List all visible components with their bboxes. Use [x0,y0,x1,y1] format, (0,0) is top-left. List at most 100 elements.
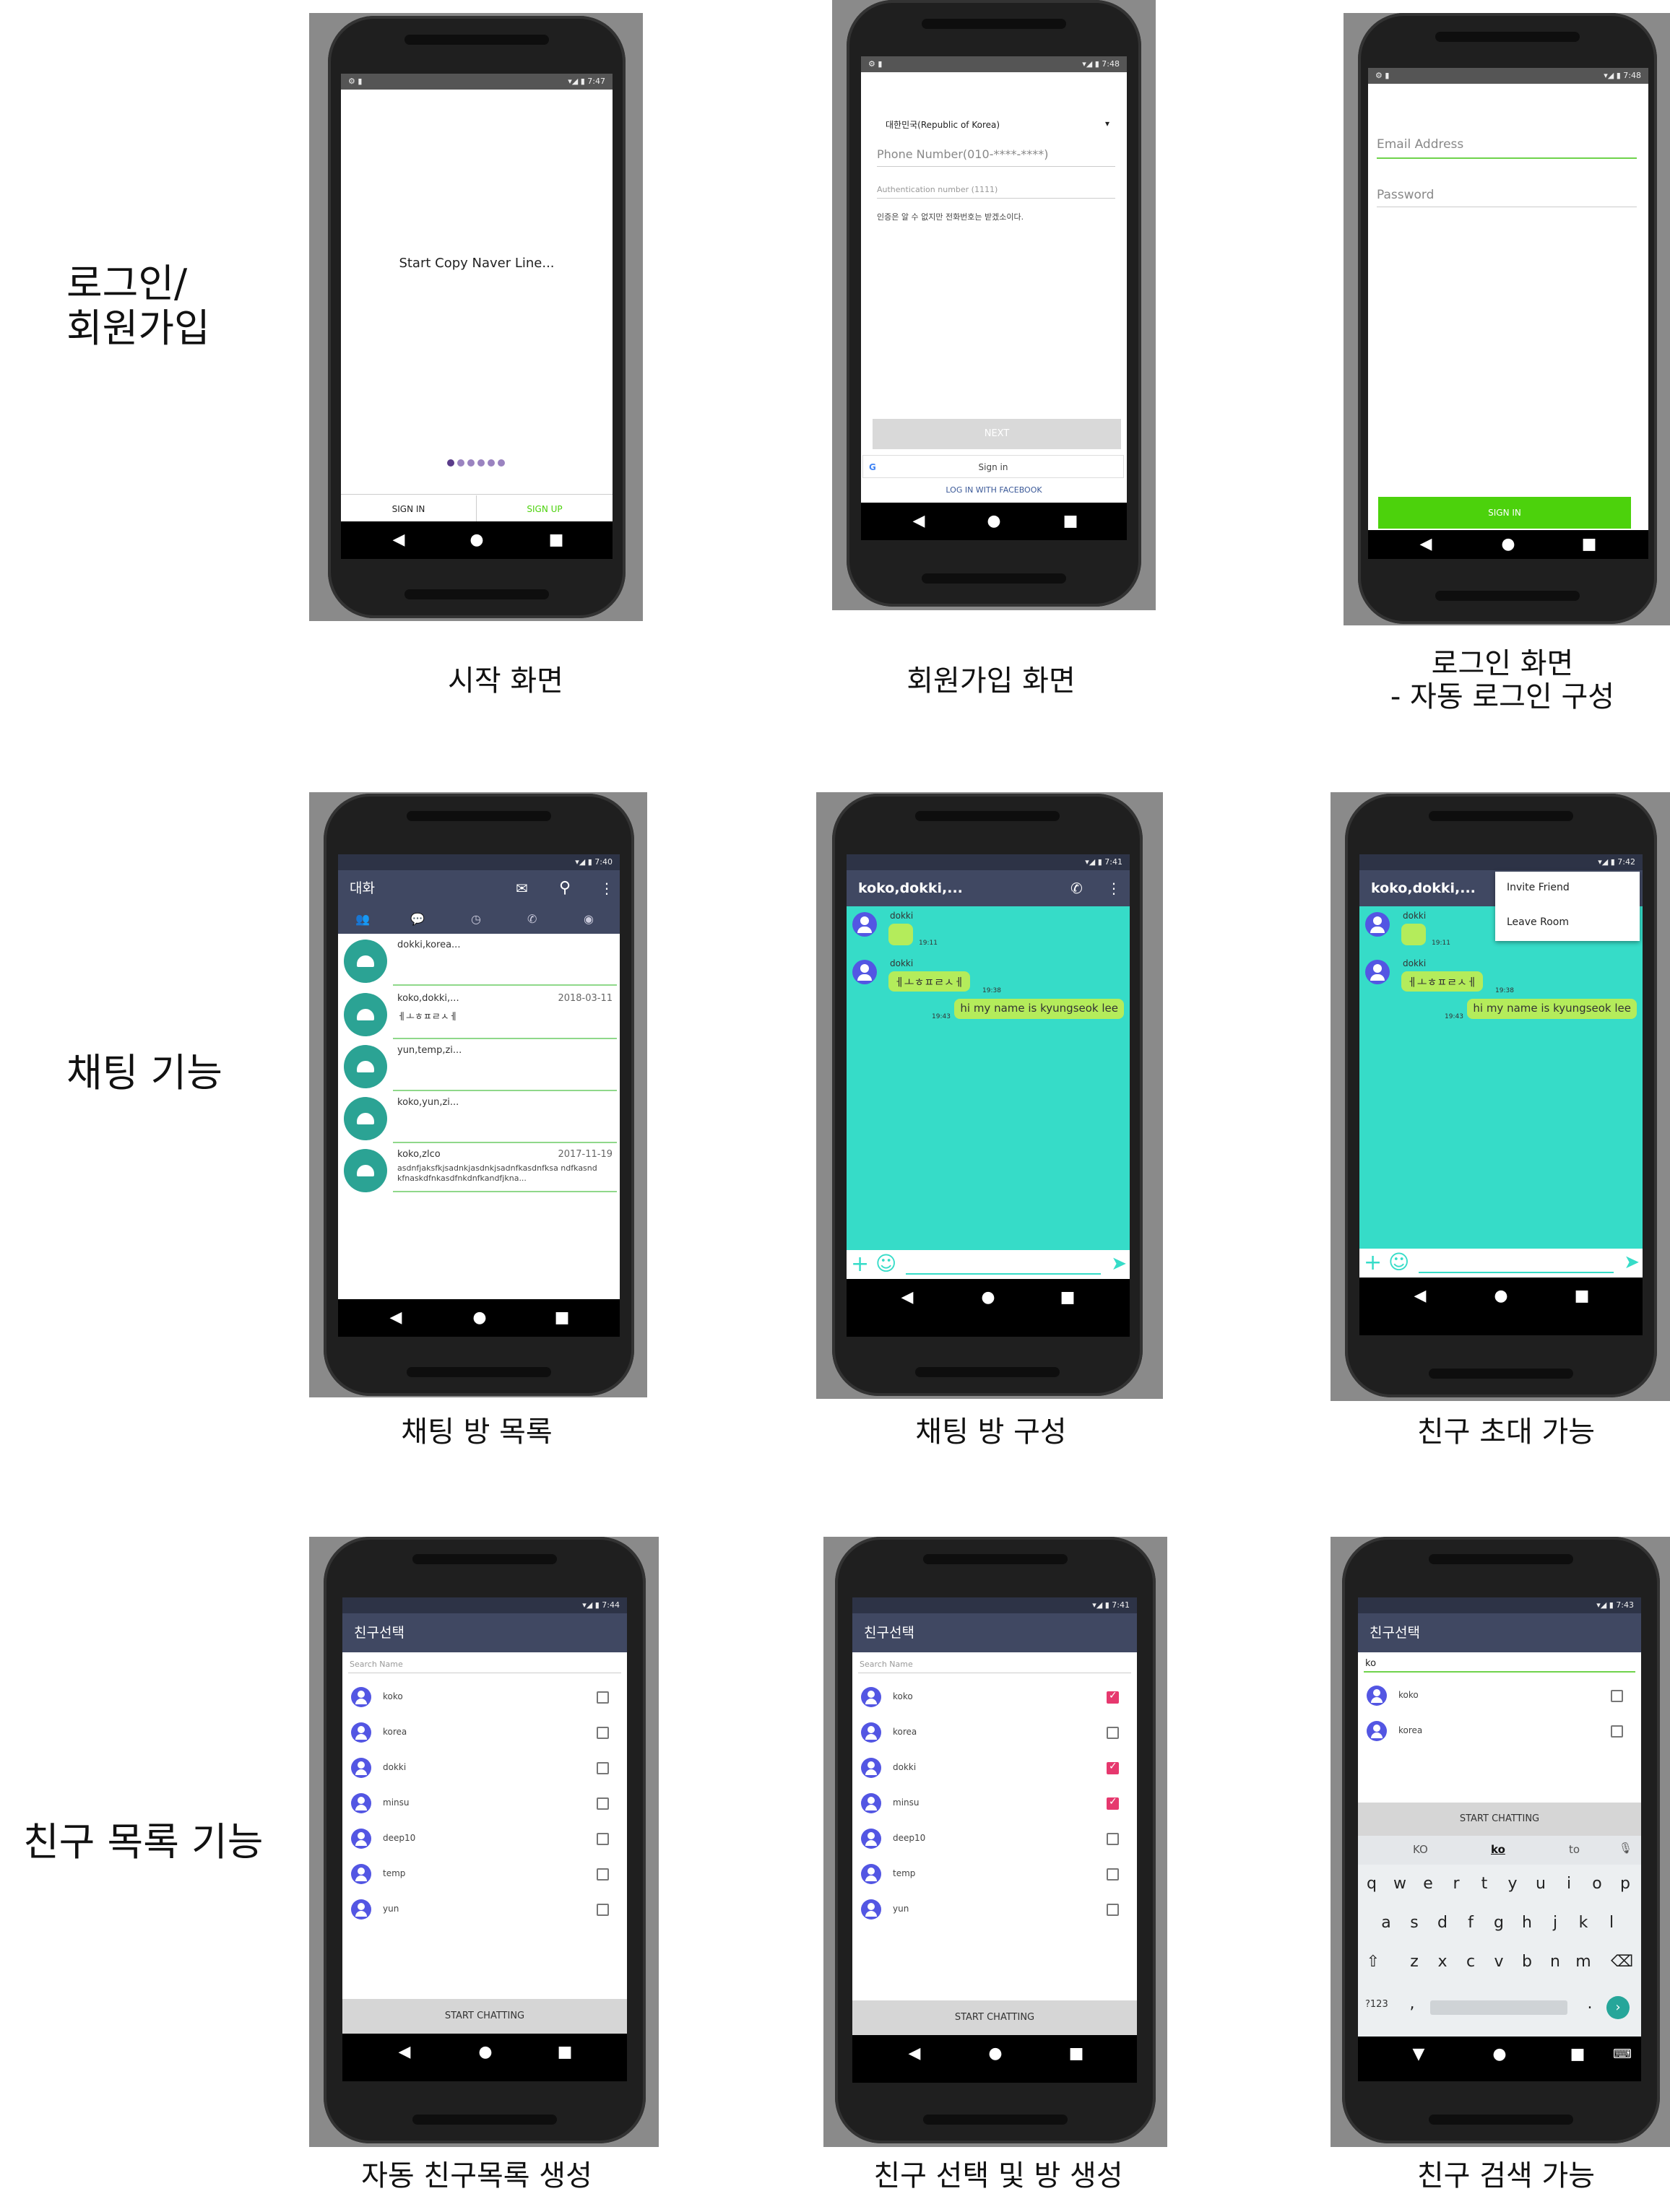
key[interactable]: v [1488,1953,1510,1971]
recents-icon[interactable]: ■ [1556,2037,1599,2074]
key[interactable]: x [1432,1953,1453,1971]
more-icon[interactable]: ⋮ [1107,870,1121,906]
invite-friend-menu-item[interactable]: Invite Friend [1507,882,1570,893]
key[interactable]: i [1558,1875,1580,1893]
home-icon[interactable]: ● [974,2035,1017,2073]
message-input[interactable] [1419,1272,1614,1273]
key[interactable]: t [1474,1875,1495,1893]
message-input[interactable] [906,1273,1101,1275]
key[interactable]: e [1417,1875,1439,1893]
key[interactable]: j [1544,1914,1566,1932]
list-item[interactable]: korea [852,1715,1137,1750]
start-chatting-button[interactable]: START CHATTING [1358,1803,1641,1836]
search-input[interactable]: ko [1365,1658,1376,1669]
home-icon[interactable]: ● [1478,2037,1521,2074]
list-item[interactable]: deep10 [342,1821,627,1856]
friend-checkbox[interactable] [1107,1796,1119,1810]
plus-icon[interactable]: + [1364,1250,1382,1275]
friend-checkbox[interactable] [1107,1727,1119,1739]
friend-checkbox[interactable] [597,1762,609,1774]
back-icon[interactable]: ◀ [886,1279,929,1317]
key[interactable]: d [1432,1914,1453,1932]
period-key[interactable]: . [1579,1995,1601,2013]
key[interactable]: z [1403,1953,1425,1971]
key[interactable]: y [1502,1875,1523,1893]
home-icon[interactable]: ● [458,1299,501,1337]
suggestion-item[interactable]: KO [1413,1843,1428,1856]
list-item[interactable]: koko [852,1680,1137,1714]
list-item[interactable]: dokki,korea... [338,935,620,987]
list-item[interactable]: dokki [342,1751,627,1785]
list-item[interactable]: korea [1358,1714,1641,1748]
list-item[interactable]: dokki [852,1751,1137,1785]
start-chatting-button[interactable]: START CHATTING [342,1999,627,2034]
list-item[interactable]: koko,yun,zi... [338,1093,620,1145]
back-icon[interactable]: ◀ [893,2035,936,2073]
list-item[interactable]: korea [342,1715,627,1750]
keyboard-icon[interactable]: ⌨ [1601,2037,1641,2074]
list-item[interactable]: koko [1358,1678,1641,1713]
plus-icon[interactable]: + [851,1252,869,1277]
back-icon[interactable]: ◀ [377,521,420,559]
send-icon[interactable]: ➤ [1624,1252,1640,1273]
recents-icon[interactable]: ■ [535,521,578,559]
search-input[interactable]: Search Name [860,1660,913,1669]
friend-checkbox[interactable] [597,1691,609,1704]
phone-field[interactable]: Phone Number(010-****-****) [877,147,1115,161]
home-icon[interactable]: ● [1487,530,1530,559]
home-icon[interactable]: ● [966,1279,1010,1317]
list-item[interactable]: minsu [342,1786,627,1821]
facebook-login-button[interactable]: LOG IN WITH FACEBOOK [861,485,1127,495]
recents-icon[interactable]: ■ [543,2034,587,2071]
friend-checkbox[interactable] [1107,1904,1119,1916]
list-item[interactable]: koko,dokki,... 2018-03-11 ㅔㅗㅎㅍㄹㅅㅔ [338,989,620,1041]
chats-tab-icon[interactable]: 💬 [410,912,425,926]
call-tab-icon[interactable]: ✆ [527,912,537,926]
key[interactable]: u [1530,1875,1552,1893]
start-chatting-button[interactable]: START CHATTING [852,2000,1137,2035]
key[interactable]: n [1544,1953,1566,1971]
list-item[interactable]: yun,temp,zi... [338,1041,620,1093]
home-icon[interactable]: ● [464,2034,507,2071]
list-item[interactable]: temp [852,1857,1137,1891]
back-icon[interactable]: ◀ [383,2034,426,2071]
key[interactable]: f [1460,1914,1481,1932]
go-icon[interactable]: › [1606,1996,1630,2019]
back-icon[interactable]: ◀ [1404,530,1448,559]
list-item[interactable]: yun [342,1892,627,1927]
key[interactable]: o [1586,1875,1608,1893]
friends-tab-icon[interactable]: 👥 [355,912,370,926]
country-select[interactable]: 대한민국(Republic of Korea) ▾ [886,118,1109,131]
recents-icon[interactable]: ■ [1567,530,1611,559]
friend-checkbox[interactable] [597,1904,609,1916]
shift-icon[interactable]: ⇧ [1362,1953,1384,1971]
list-item[interactable]: temp [342,1857,627,1891]
new-chat-icon[interactable]: ✉ [516,870,528,906]
more-icon[interactable]: ⋮ [600,870,614,906]
key[interactable]: h [1516,1914,1538,1932]
recent-tab-icon[interactable]: ◷ [471,912,481,926]
comma-key[interactable]: , [1401,1995,1423,2013]
list-item[interactable]: yun [852,1892,1137,1927]
next-button[interactable]: NEXT [873,419,1121,449]
mic-icon[interactable]: 🎙 [1619,1842,1632,1855]
search-icon[interactable]: ⚲ [559,870,571,906]
space-key[interactable] [1430,2000,1567,2015]
list-item[interactable]: deep10 [852,1821,1137,1856]
home-icon[interactable]: ● [972,503,1016,540]
symbols-key[interactable]: ?123 [1365,1999,1388,2010]
key[interactable]: b [1516,1953,1538,1971]
home-icon[interactable]: ● [455,521,498,559]
friend-checkbox[interactable] [1107,1690,1119,1704]
view-tab-icon[interactable]: ◉ [584,912,594,926]
key[interactable]: c [1460,1953,1481,1971]
key[interactable]: a [1375,1914,1397,1932]
key[interactable]: g [1488,1914,1510,1932]
suggestion-item[interactable]: to [1569,1843,1580,1856]
list-item[interactable]: koko,zlco 2017-11-19 asdnfjaksfkjsadnkja… [338,1145,620,1205]
password-field[interactable]: Password [1377,188,1434,202]
friend-checkbox[interactable] [597,1727,609,1739]
leave-room-menu-item[interactable]: Leave Room [1507,916,1569,928]
home-icon[interactable]: ● [1479,1278,1523,1315]
emoji-icon[interactable]: ☺ [875,1252,896,1275]
